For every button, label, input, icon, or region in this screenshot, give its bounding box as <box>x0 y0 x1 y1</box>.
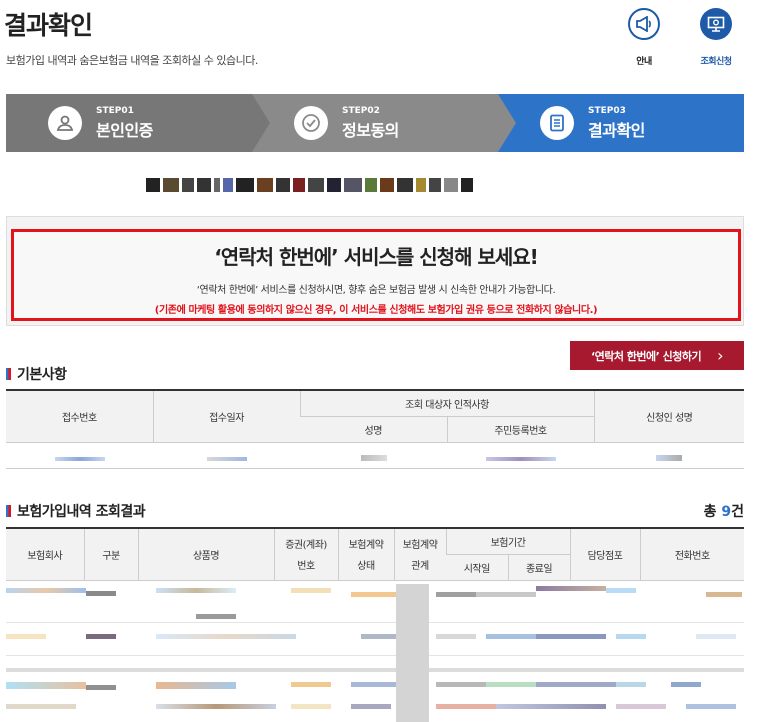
service-banner: ‘연락처 한번에’ 서비스를 신청해 보세요! ‘연락처 한번에’ 서비스를 신… <box>11 229 741 321</box>
contact-apply-button[interactable]: ‘연락처 한번에’ 신청하기 › <box>570 341 744 370</box>
step-1-name: 본인인증 <box>96 120 153 140</box>
col-start: 시작일 <box>446 554 508 581</box>
basic-info-table: 접수번호 접수일자 조회 대상자 인적사항 신청인 성명 성명 주민등록번호 <box>6 389 745 469</box>
col-category: 구분 <box>83 528 138 581</box>
vertical-scrollbar[interactable] <box>396 584 429 722</box>
col-branch: 담당점포 <box>569 528 640 581</box>
user-icon <box>48 106 82 140</box>
check-circle-icon <box>294 106 328 140</box>
table-row <box>6 630 744 644</box>
col-phone: 전화번호 <box>639 528 744 581</box>
col-end: 종료일 <box>507 554 570 581</box>
result-section-title: 보험가입내역 조회결과 <box>6 501 146 521</box>
redacted-notice <box>146 178 473 194</box>
step-indicator: STEP01 본인인증 STEP02 정보동의 STEP03 결과확인 <box>6 94 744 152</box>
total-count: 총 9건 <box>703 504 744 520</box>
info-button[interactable]: 안내 <box>614 8 674 67</box>
info-label: 안내 <box>636 57 652 67</box>
col-contract-state: 보험계약 상태 <box>337 528 394 581</box>
step-2-name: 정보동의 <box>342 120 399 140</box>
step-3: STEP03 결과확인 <box>498 94 744 152</box>
col-receipt-date: 접수일자 <box>152 390 300 443</box>
document-icon <box>540 106 574 140</box>
col-period: 보험기간 <box>445 528 570 555</box>
megaphone-icon <box>628 8 660 40</box>
step-2-number: STEP02 <box>342 105 380 116</box>
table-row <box>6 678 744 692</box>
col-name: 성명 <box>300 416 447 443</box>
table-row <box>6 584 744 598</box>
page-title: 결과확인 <box>4 11 93 40</box>
insurance-result-table: 보험회사 구분 상품명 증권(계좌) 번호 보험계약 상태 보험계약 관계 보험… <box>6 527 744 581</box>
inquiry-apply-button[interactable]: 조회신청 <box>686 8 746 67</box>
col-applicant: 신청인 성명 <box>593 390 745 443</box>
monitor-icon <box>700 8 732 40</box>
col-resident-no: 주민등록번호 <box>446 416 595 443</box>
contact-apply-label: ‘연락처 한번에’ 신청하기 <box>590 349 702 363</box>
table-row <box>6 700 744 714</box>
col-receipt-no: 접수번호 <box>6 390 153 443</box>
step-2: STEP02 정보동의 <box>252 94 516 152</box>
step-3-name: 결과확인 <box>588 120 645 140</box>
chevron-right-icon: › <box>717 346 724 365</box>
table-row <box>6 442 745 469</box>
col-target-group: 조회 대상자 인적사항 <box>299 390 595 417</box>
col-contract-relation: 보험계약 관계 <box>393 528 446 581</box>
service-banner-area: ‘연락처 한번에’ 서비스를 신청해 보세요! ‘연락처 한번에’ 서비스를 신… <box>6 216 744 326</box>
banner-title: ‘연락처 한번에’ 서비스를 신청해 보세요! <box>214 245 539 269</box>
page-description: 보험가입 내역과 숨은보험금 내역을 조회하실 수 있습니다. <box>6 54 258 67</box>
inquiry-apply-label: 조회신청 <box>700 57 732 67</box>
step-3-number: STEP03 <box>588 105 626 116</box>
basic-section-title: 기본사항 <box>6 364 67 384</box>
col-product: 상품명 <box>137 528 274 581</box>
banner-warning: (기존에 마케팅 활용에 동의하지 않으신 경우, 이 서비스를 신청해도 보험… <box>154 305 598 316</box>
banner-subtitle: ‘연락처 한번에’ 서비스를 신청하시면, 향후 숨은 보험금 발생 시 신속한… <box>196 285 556 296</box>
col-policy-no: 증권(계좌) 번호 <box>273 528 338 581</box>
step-1: STEP01 본인인증 <box>6 94 270 152</box>
col-company: 보험회사 <box>6 528 84 581</box>
step-1-number: STEP01 <box>96 105 134 116</box>
